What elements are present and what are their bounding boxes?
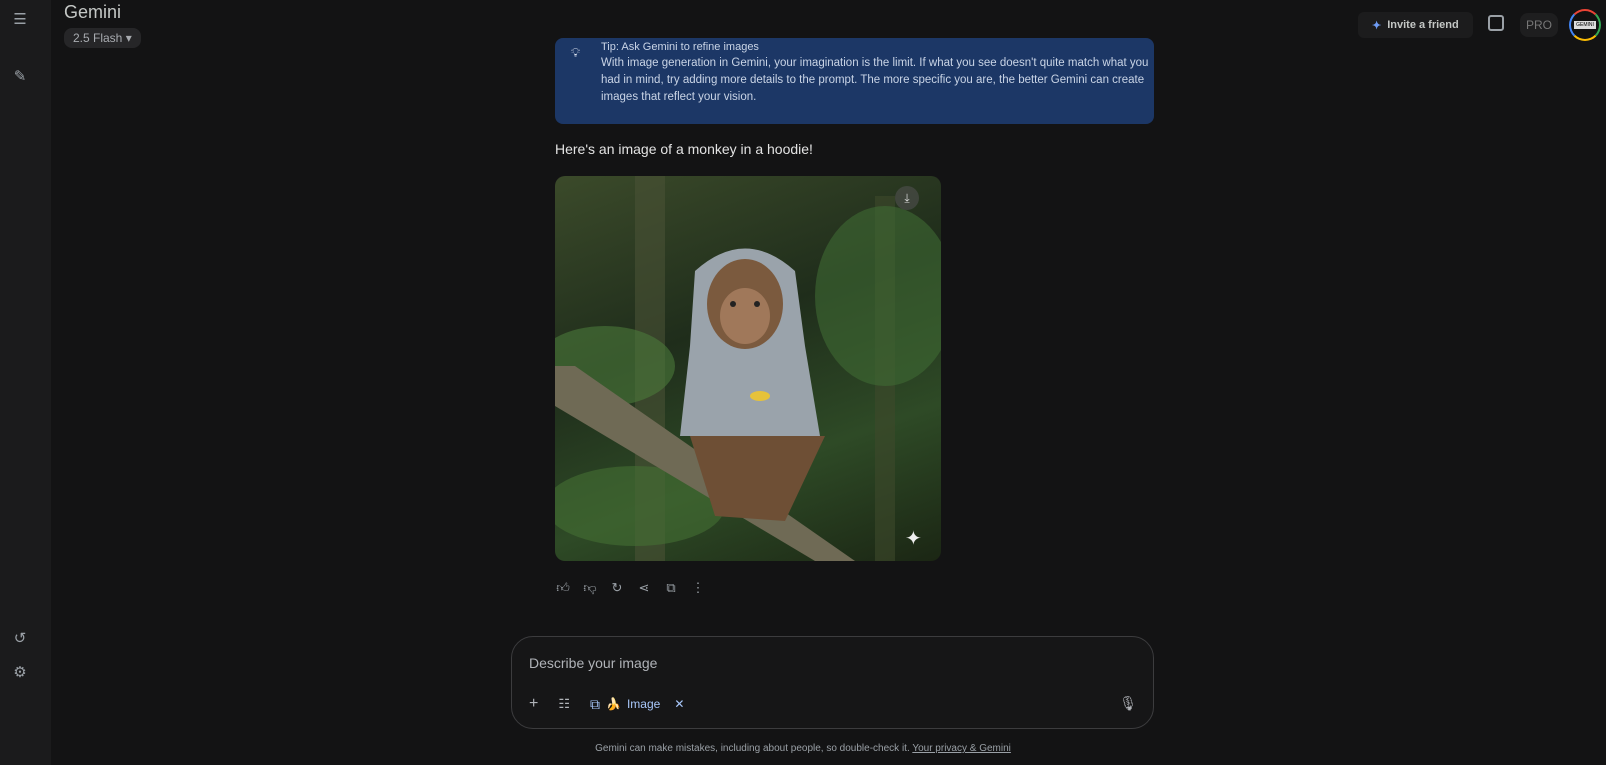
settings-icon[interactable]: ⚙ [12,665,28,681]
sparkle-icon: ✦ [1372,19,1382,32]
history-icon[interactable]: ↺ [12,631,28,647]
image-stack-icon: ⧉ [590,695,600,712]
response-actions: 👍︎ 👎︎ ↻ ⋖ ⧉ ⋮ [555,580,706,596]
prompt-box: Describe your image + ☷ ⧉ 🍌 Image ✕ 🎙︎ [511,636,1154,729]
prompt-input[interactable]: Describe your image [529,655,657,671]
monkey-illustration [555,176,941,561]
regenerate-icon[interactable]: ↻ [609,580,625,596]
model-label: 2.5 Flash [73,31,123,45]
banana-emoji: 🍌 [606,697,621,711]
sidebar: ☰ ✎ ↺ ⚙ [0,0,51,765]
pro-badge[interactable]: PRO [1520,13,1558,37]
generated-image[interactable]: ⤓ ✦ [555,176,941,561]
privacy-link[interactable]: Your privacy & Gemini [912,743,1011,754]
caret-down-icon: ▾ [125,31,132,45]
invite-label: Invite a friend [1387,19,1459,31]
more-options-icon[interactable]: ⋮ [690,580,706,596]
avatar[interactable]: GEMINI [1569,9,1601,41]
avatar-text: GEMINI [1574,21,1596,29]
download-icon[interactable]: ⤓ [895,186,919,210]
lightbulb-icon: 💡︎ [571,45,581,60]
close-icon[interactable]: ✕ [674,697,684,711]
thumbs-down-icon[interactable]: 👎︎ [582,580,598,596]
tip-title: Tip: Ask Gemini to refine images [601,41,759,53]
disclaimer: Gemini can make mistakes, including abou… [595,743,913,754]
gift-icon[interactable] [1488,15,1504,31]
sparkle-watermark-icon: ✦ [905,528,922,550]
new-chat-icon[interactable]: ✎ [12,69,28,85]
tools-icon[interactable]: ☷ [558,696,570,712]
image-tool-chip[interactable]: ⧉ 🍌 Image ✕ [590,696,684,713]
tip-card: 💡︎ Tip: Ask Gemini to refine images With… [555,38,1154,124]
menu-icon[interactable]: ☰ [12,12,28,28]
share-icon[interactable]: ⋖ [636,580,652,596]
copy-icon[interactable]: ⧉ [663,580,679,596]
invite-button[interactable]: ✦ Invite a friend [1358,12,1473,38]
chip-label: Image [626,697,661,711]
add-icon[interactable]: + [529,695,538,713]
footer: Gemini can make mistakes, including abou… [0,743,1606,754]
tip-body: With image generation in Gemini, your im… [601,57,1149,103]
app-title: Gemini [64,2,122,22]
response-text: Here's an image of a monkey in a hoodie! [555,141,813,157]
thumbs-up-icon[interactable]: 👍︎ [555,580,571,596]
microphone-icon[interactable]: 🎙︎ [1119,695,1137,712]
model-selector[interactable]: 2.5 Flash ▾ [64,28,141,48]
